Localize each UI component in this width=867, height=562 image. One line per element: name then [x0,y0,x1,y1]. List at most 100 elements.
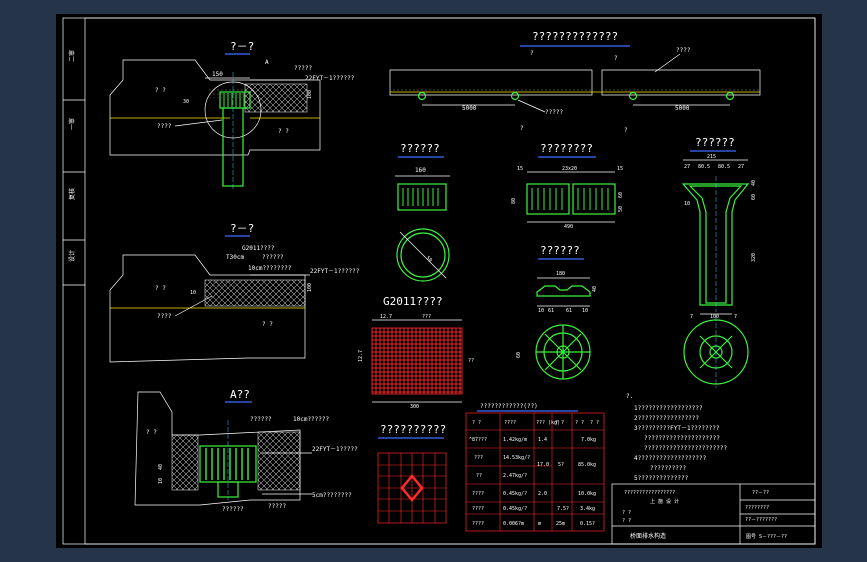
grate-d3: 300 [410,404,419,410]
td-5-2: m [538,521,541,527]
part-3-title: ?????? [540,244,580,257]
td-0-0: ^87??? [469,437,487,443]
tb-drawing-no: ??－?? [752,490,769,496]
section-1-title: ?－? [230,40,254,53]
label-pipe: ???? [157,123,172,130]
p4-d6: 60 [751,194,757,200]
p3-d4: 61 [566,308,572,314]
tb-l1: ? ? [622,510,631,516]
p4-d3: 80.5 [698,164,710,170]
note-1: 1?????????????????? [634,405,703,412]
part-2-title: ???????? [540,142,593,155]
p1-dia: 50 [425,255,434,264]
label-pipe2: ???? [157,313,172,320]
p1-dim: 160 [415,167,426,174]
circle-label-a: A [265,59,269,66]
th-3: ? ? [555,420,564,426]
grate-title: G2011???? [383,295,443,308]
td-5-4: 25m [556,521,565,527]
long-mark-h: ? [624,127,628,134]
long-mark-a: ? [530,50,534,57]
label-gravel: ????? [294,65,312,72]
long-mark-b: ? [520,125,524,132]
dim-5000-b: 5000 [675,105,690,112]
long-label-pipe: ????? [545,109,563,116]
cad-drawing: 二审 一审 复核 设计 ?－? 150 A ? ? ? ? 30 100 ???… [62,17,816,545]
td-4-0: ???? [472,506,484,512]
td-5-5: 0.15? [580,521,595,527]
dim-150: 150 [212,71,223,78]
label-a1: ?????? [250,416,272,423]
p4-d7: 10 [684,201,690,207]
td-4-4: 7.5? [557,506,569,512]
dim-5000-a: 5000 [462,105,477,112]
label-a4: 5cm???????? [312,492,352,499]
p4-d11: 7 [734,314,737,320]
grid2-title: ?????????? [380,423,446,436]
td-0-2: 1.4 [538,437,547,443]
tb-project: ????????????????? [624,490,675,496]
p2-d4: 490 [564,224,573,230]
tb-right2: ??－??????? [745,517,777,523]
p4-d12: 40 [751,180,757,186]
table-title: ????????????(??) [480,403,538,410]
sidebar-item-check: 复核 [68,188,76,200]
p3-d7: 60 [516,352,522,358]
tb-right1: ???????? [745,505,769,511]
section-1: ?－? 150 A ? ? ? ? 30 100 ????? 22FYT－1??… [109,40,355,190]
dim-30: 30 [183,99,189,105]
td-4-5: 3.4kg [580,506,595,512]
long-label-deck: ???? [676,47,691,54]
dim-40: 40 [158,464,164,470]
tb-sub: 上 施 设 计 [650,498,679,505]
td-3-2: 2.0 [538,491,547,497]
sidebar-item-review1: 一审 [68,118,76,130]
th-5: ? ? [590,420,599,426]
note-2: 2????????????????? [634,415,699,422]
sidebar-item-design: 设计 [68,250,76,262]
td-3-0: ???? [472,491,484,497]
note-4: 4??????????????????? [634,455,707,462]
part-4-title: ?????? [695,136,735,149]
tb-l2: ? ? [622,518,631,524]
th-0: ? ? [472,420,481,426]
p4-d2: 27 [684,164,690,170]
grate-d2: ??? [422,314,431,320]
note-3b: ????????????????????? [644,435,720,442]
notes-head: ?. [626,393,633,400]
sidebar: 二审 一审 复核 设计 [63,50,85,286]
part-1: ?????? 160 50 [395,142,450,282]
part-2: ???????? 15 23x20 15 490 60 50 80 [511,142,624,230]
p3-d1: 180 [556,271,565,277]
p2-d5: 60 [618,192,624,198]
dim-100-2: 100 [307,283,313,292]
notes: ?. 1?????????????????? 2????????????????… [626,393,727,482]
td-5-0: ???? [472,521,484,527]
title-block: ????????????????? 上 施 设 计 ? ? ? ? ??－?? … [611,483,816,545]
grate-d5: ?? [468,358,474,364]
label-a5: ????? [268,503,286,510]
long-title: ????????????? [532,30,618,43]
q-label-5: ? ? [146,429,157,436]
p3-d6: 10 [582,308,588,314]
section-3: A?? ? ? ?????? 10cm?????? 22FYT－1????? 5… [134,388,358,513]
grate-plan: G2011???? 12.7 ??? 300 12.7 ?? [358,295,474,410]
p4-d9: 7 [690,314,693,320]
td-0-1: 1.42kg/m [503,437,527,443]
p4-d8: 320 [751,253,757,262]
label-t30: T30cm [226,254,244,261]
p2-d3: 15 [617,166,623,172]
td-3-1: 0.45kg/? [503,491,527,497]
td-1-0: ??? [474,455,483,461]
td-3-5: 10.0kg [578,491,596,497]
note-3: 3?????????FYT－1???????? [634,425,720,432]
part-4: ?????? 215 27 80.5 80.5 27 60 40 10 320 … [681,136,757,388]
p2-d1: 15 [517,166,523,172]
note-3c: ??????????????????????? [644,445,727,452]
label-a3: 22FYT－1????? [312,446,358,453]
label-a2: 10cm?????? [293,416,330,423]
p4-d1: 215 [707,154,716,160]
th-1: ???? [504,420,516,426]
sidebar-item-review2: 二审 [68,50,76,62]
q-label-1: ? ? [155,87,166,94]
